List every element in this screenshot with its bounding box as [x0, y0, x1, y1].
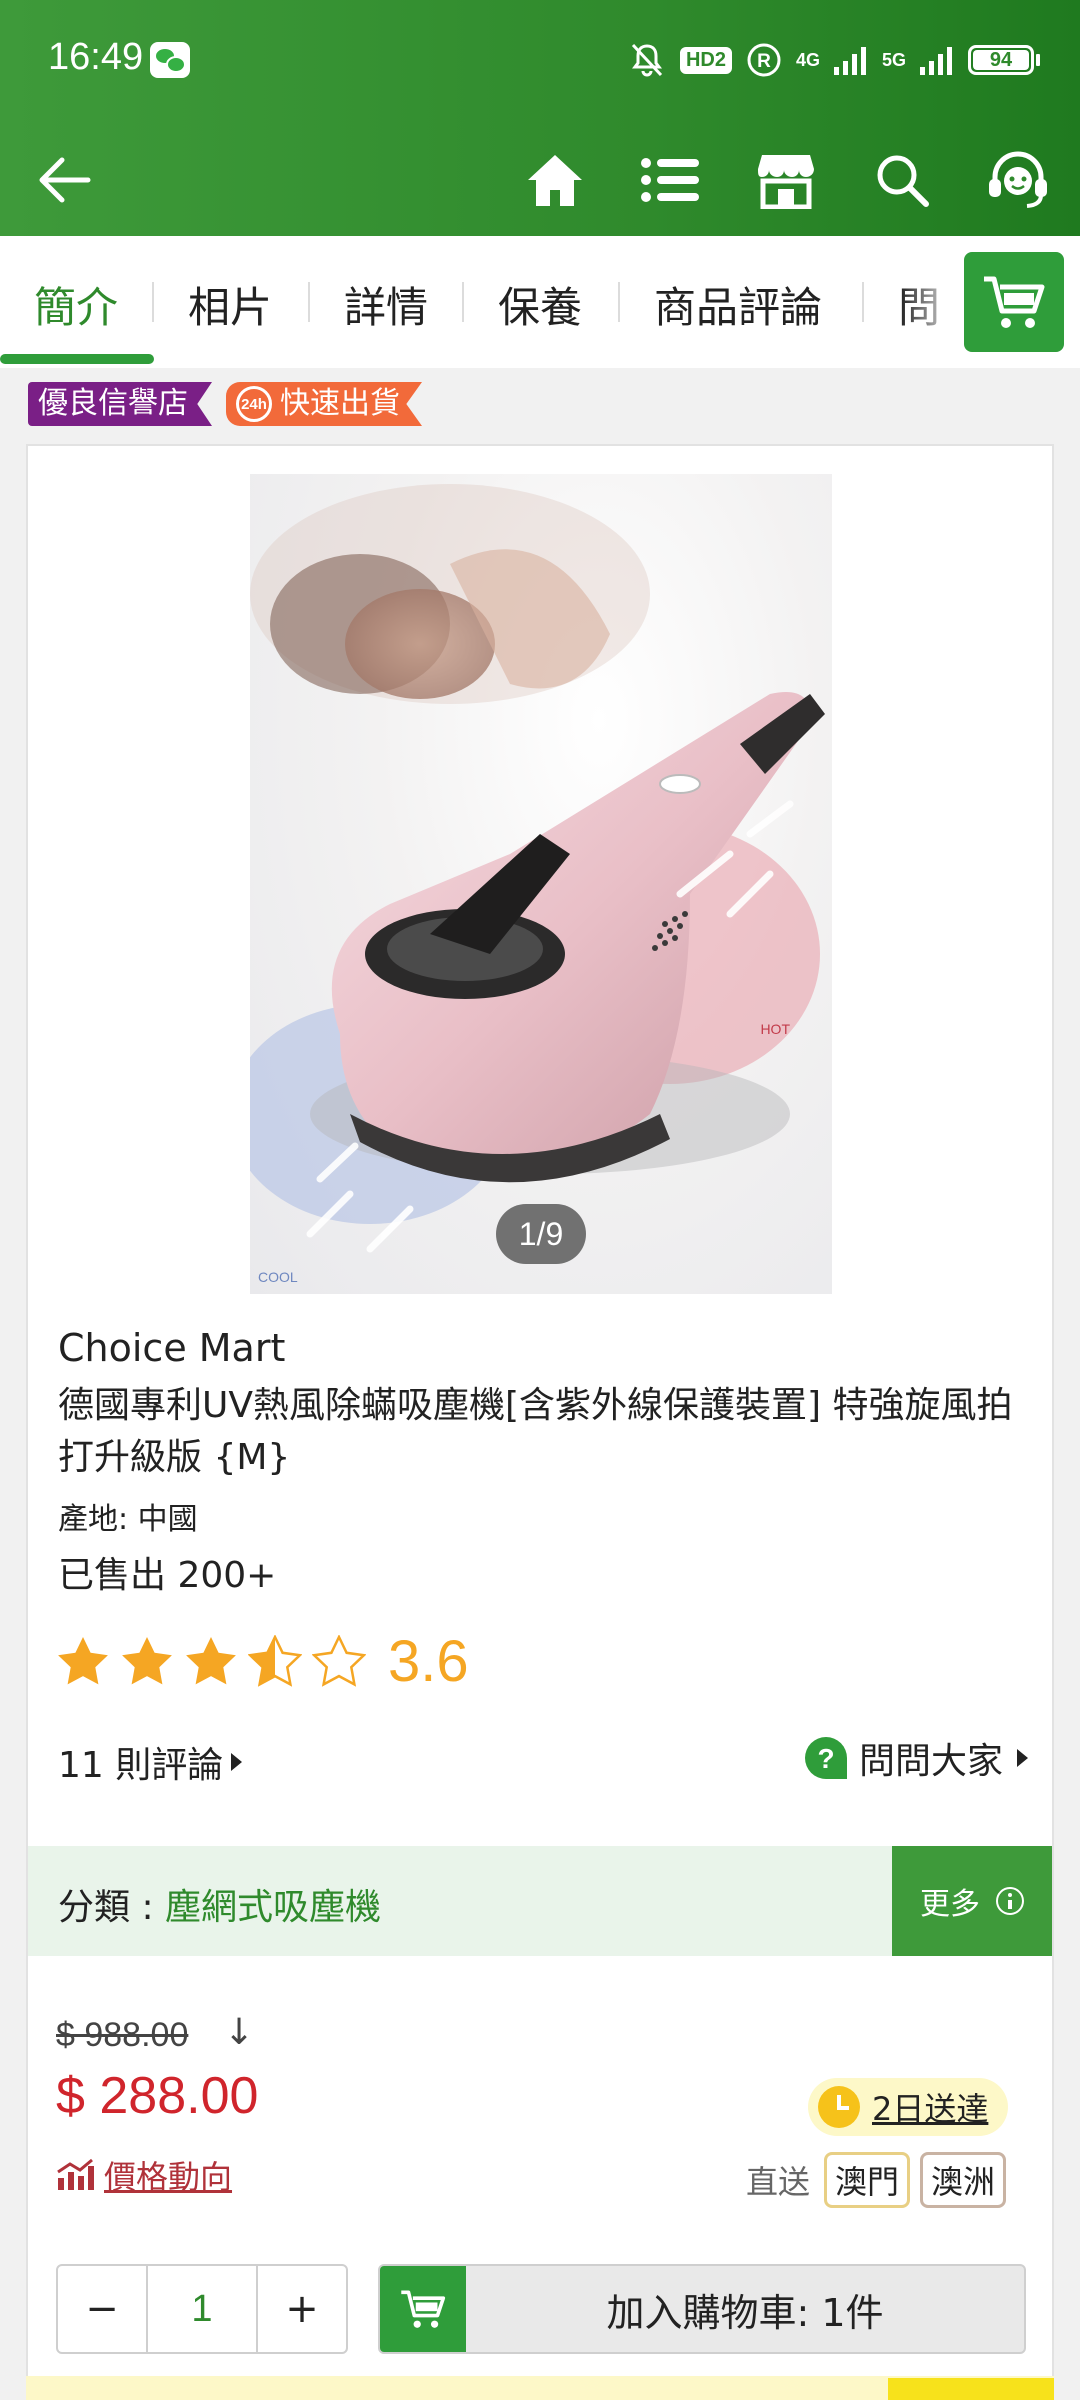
cart-icon [380, 2266, 466, 2352]
star-half-icon [248, 1635, 302, 1687]
decrement-button[interactable]: − [58, 2266, 146, 2352]
signal-icon [920, 45, 954, 75]
product-card: HOT COOL 1/9 Choice Mart 德國專利UV熱風除蟎吸塵機[含… [26, 444, 1054, 2400]
star-full-icon [184, 1635, 238, 1687]
tab-photos[interactable]: 相片 [188, 274, 272, 335]
home-icon[interactable] [515, 140, 595, 220]
ask-label: 問問大家 [858, 1741, 1003, 1782]
image-cool-label: COOL [258, 1269, 298, 1285]
tab-divider [462, 282, 464, 322]
store-badges: 優良信譽店 24h 快速出貨 [28, 382, 422, 428]
product-title: 德國專利UV熱風除蟎吸塵機[含紫外線保護裝置] 特強旋風拍打升級版 {M} [58, 1385, 1013, 1478]
star-empty-icon [312, 1635, 366, 1687]
tab-divider [308, 282, 310, 322]
svg-text:?: ? [817, 1743, 834, 1774]
rating-stars: 3.6 [56, 1626, 469, 1696]
signal-icon [833, 45, 868, 75]
net-5g-label: 5G [881, 50, 906, 70]
price-down-arrow-icon: ↓ [224, 2012, 255, 2053]
bottom-promo-accent [888, 2378, 1054, 2400]
quantity-stepper: − 1 + [56, 2264, 348, 2354]
app-bar [0, 120, 1080, 236]
price-trend-label: 價格動向 [104, 2158, 233, 2196]
increment-button[interactable]: + [258, 2266, 346, 2352]
current-price: $ 288.00 [56, 2067, 259, 2125]
clock-icon [818, 2086, 860, 2128]
image-counter: 1/9 [496, 1204, 586, 1264]
original-price: $ 988.00 [56, 2016, 189, 2054]
brand-name[interactable]: Choice Mart [58, 1326, 285, 1370]
direct-ship-label: 直送 [745, 2163, 810, 2201]
direct-ship-row: 直送 澳門 澳洲 [746, 2152, 1006, 2208]
tab-details[interactable]: 詳情 [344, 274, 428, 335]
search-icon[interactable] [862, 140, 942, 220]
caret-right-icon [231, 1753, 243, 1771]
back-arrow-icon[interactable] [24, 140, 104, 220]
rating-score: 3.6 [388, 1628, 469, 1694]
status-icons: HD2 R 4G 5G 94 [628, 38, 1040, 82]
mute-bell-icon [628, 41, 666, 79]
tab-divider [152, 282, 154, 322]
more-label: 更多 [920, 1887, 980, 1922]
question-bubble-icon: ? [804, 1737, 847, 1779]
reviews-count: 11 則評論 [58, 1745, 224, 1786]
category-bar: 分類 : 塵網式吸塵機 更多 [28, 1846, 1052, 1956]
tab-fade [900, 236, 960, 368]
quantity-value[interactable]: 1 [146, 2266, 258, 2352]
product-origin: 產地: 中國 [58, 1502, 198, 1537]
hd-icon: HD2 [679, 46, 732, 74]
tab-reviews[interactable]: 商品評論 [654, 274, 822, 335]
add-to-cart-button[interactable]: 加入購物車: 1件 [378, 2264, 1026, 2354]
cart-icon [984, 276, 1045, 328]
product-image-carousel[interactable]: HOT COOL [250, 474, 832, 1294]
status-time: 16:49 [48, 36, 144, 78]
ship-tag-australia: 澳洲 [919, 2152, 1006, 2208]
add-to-cart-label: 加入購物車: 1件 [606, 2290, 884, 2335]
reviews-link[interactable]: 11 則評論 [58, 1736, 243, 1788]
net-4g-label: 4G [795, 50, 820, 70]
store-icon[interactable] [746, 140, 826, 220]
ask-community-link[interactable]: ? 問問大家 [803, 1732, 1028, 1784]
delivery-label: 2日送達 [872, 2090, 989, 2128]
product-photo: HOT COOL [250, 484, 825, 1285]
header: 16:49 HD2 R 4G 5G 94 [0, 0, 1080, 236]
image-hot-label: HOT [760, 1021, 790, 1037]
list-icon[interactable] [630, 140, 710, 220]
caret-right-icon [1017, 1749, 1028, 1767]
battery-icon: 94 [968, 45, 1040, 75]
ship-tag-macau: 澳門 [823, 2152, 910, 2208]
tab-divider [862, 282, 864, 322]
section-tabs: 簡介 相片 詳情 保養 商品評論 問 [0, 236, 1080, 368]
star-full-icon [120, 1635, 174, 1687]
category-row: 分類 : 塵網式吸塵機 [58, 1878, 381, 1930]
cart-button[interactable] [964, 252, 1064, 352]
more-button[interactable]: 更多 [892, 1846, 1052, 1956]
tab-divider [618, 282, 620, 322]
tab-warranty[interactable]: 保養 [498, 274, 582, 335]
24h-icon: 24h [236, 386, 272, 422]
category-value-link[interactable]: 塵網式吸塵機 [165, 1887, 381, 1928]
star-full-icon [56, 1635, 110, 1687]
price-trend-link[interactable]: 價格動向 [56, 2152, 232, 2198]
wechat-icon [150, 42, 190, 78]
svg-text:R: R [757, 51, 771, 72]
category-label: 分類 : [58, 1887, 166, 1928]
reputation-store-badge: 優良信譽店 [28, 382, 212, 426]
delivery-time-badge[interactable]: 2日送達 [808, 2078, 1009, 2136]
fast-shipping-label: 快速出貨 [280, 386, 400, 421]
tab-active-indicator [0, 354, 154, 364]
status-bar: 16:49 HD2 R 4G 5G 94 [0, 0, 1080, 120]
registered-icon: R [746, 42, 782, 78]
fast-shipping-badge: 24h 快速出貨 [226, 382, 422, 426]
chart-trend-icon [56, 2158, 94, 2192]
tab-intro[interactable]: 簡介 [34, 274, 118, 335]
info-icon [996, 1887, 1024, 1915]
support-headset-icon[interactable] [978, 140, 1058, 220]
sold-count: 已售出 200+ [58, 1555, 277, 1596]
battery-level: 94 [973, 50, 1029, 70]
